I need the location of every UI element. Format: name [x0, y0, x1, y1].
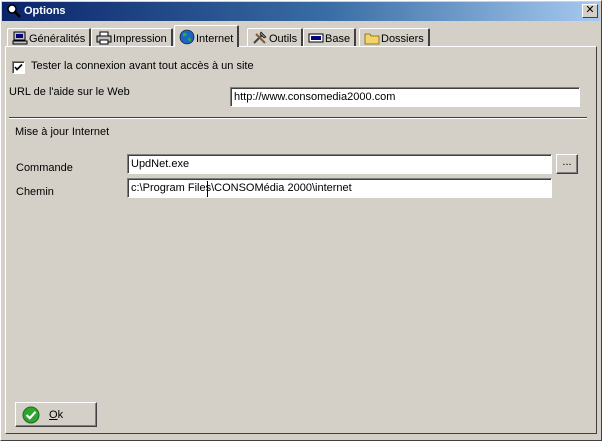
checkmark-circle-icon: [22, 406, 40, 424]
title-bar[interactable]: Options ✕: [2, 2, 600, 21]
tab-dossiers[interactable]: Dossiers: [359, 28, 430, 47]
tab-label: Généralités: [29, 33, 86, 45]
tab-label: Outils: [269, 33, 298, 45]
text-cursor: [207, 181, 208, 197]
close-button[interactable]: ✕: [582, 4, 598, 18]
tab-base[interactable]: Base: [303, 28, 357, 47]
path-label: Chemin: [16, 186, 54, 198]
magnifier-icon: [7, 4, 21, 18]
tab-label: Impression: [113, 33, 167, 45]
tab-label: Internet: [196, 33, 234, 45]
tab-strip: Généralités Impression Internet Outils B…: [7, 25, 597, 47]
path-field[interactable]: [127, 178, 552, 198]
window-title: Options: [24, 5, 66, 17]
command-field[interactable]: [127, 154, 552, 174]
ok-label: Ok: [49, 409, 64, 421]
update-section-title: Mise à jour Internet: [15, 126, 110, 138]
database-icon: [308, 33, 324, 43]
printer-icon: [96, 31, 112, 45]
browse-button[interactable]: ...: [556, 154, 578, 174]
tab-outils[interactable]: Outils: [247, 28, 304, 47]
section-divider: [9, 117, 587, 119]
test-connection-checkbox[interactable]: [12, 61, 25, 74]
tab-label: Base: [325, 33, 351, 45]
tab-label: Dossiers: [381, 33, 424, 45]
help-url-label: URL de l'aide sur le Web: [9, 86, 130, 98]
computer-icon: [12, 31, 28, 45]
globe-icon: [179, 29, 195, 45]
help-url-field[interactable]: [230, 87, 580, 107]
checkmark-icon: [14, 63, 23, 71]
test-connection-label[interactable]: Tester la connexion avant tout accès à u…: [31, 60, 254, 72]
command-label: Commande: [16, 162, 73, 174]
options-window: Options ✕ Généralités Impression Interne…: [0, 0, 602, 441]
tab-generalites[interactable]: Généralités: [7, 28, 92, 47]
ok-button[interactable]: Ok: [15, 402, 97, 427]
tools-icon: [253, 31, 267, 44]
folder-icon: [364, 33, 380, 45]
tab-internet[interactable]: Internet: [174, 25, 240, 47]
tab-impression[interactable]: Impression: [91, 28, 173, 47]
